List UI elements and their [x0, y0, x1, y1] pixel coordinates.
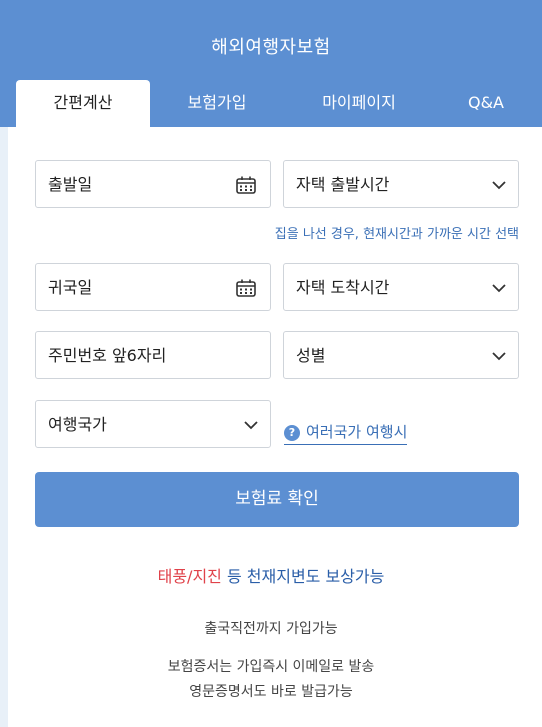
note-line-2: 보험증서는 가입즉시 이메일로 발송: [167, 659, 375, 675]
multi-country-label: 여러국가 여행시: [306, 423, 408, 441]
question-icon: ?: [284, 425, 300, 441]
departure-time-hint: 집을 나선 경우, 현재시간과 가까운 시간 선택: [274, 227, 519, 242]
arrival-time-label: 자택 도착시간: [296, 278, 390, 297]
note-line-3: 영문증명서도 바로 발급가능: [189, 684, 353, 700]
multi-country-link[interactable]: ? 여러국가 여행시: [284, 422, 408, 445]
resident-number-placeholder: 주민번호 앞6자리: [48, 346, 167, 365]
tab-quick-calc[interactable]: 간편계산: [16, 80, 150, 127]
tab-my-page[interactable]: 마이페이지: [284, 80, 434, 127]
tab-insurance-signup[interactable]: 보험가입: [150, 80, 284, 127]
promo-text: 태풍/지진 등 천재지변도 보상가능: [0, 563, 542, 587]
chevron-down-icon: [492, 284, 506, 293]
check-premium-button[interactable]: 보험료 확인: [35, 472, 519, 527]
return-date-field[interactable]: 귀국일: [35, 263, 271, 311]
departure-time-select[interactable]: 자택 출발시간: [283, 160, 519, 208]
arrival-time-select[interactable]: 자택 도착시간: [283, 263, 519, 311]
chevron-down-icon: [492, 181, 506, 190]
header-bar: 해외여행자보험 간편계산 보험가입 마이페이지 Q&A: [0, 0, 542, 127]
chevron-down-icon: [492, 352, 506, 361]
page-title: 해외여행자보험: [211, 37, 331, 58]
chevron-down-icon: [244, 421, 258, 430]
return-date-label: 귀국일: [48, 278, 93, 297]
departure-date-field[interactable]: 출발일: [35, 160, 271, 208]
resident-number-input[interactable]: 주민번호 앞6자리: [35, 331, 271, 379]
note-line-1: 출국직전까지 가입가능: [204, 621, 338, 637]
calendar-icon[interactable]: [236, 279, 256, 297]
gender-label: 성별: [296, 346, 326, 365]
calendar-icon[interactable]: [236, 176, 256, 194]
departure-date-label: 출발일: [48, 175, 93, 194]
promo-highlight: 태풍/지진: [157, 567, 222, 586]
promo-rest: 천재지변도 보상가능: [246, 567, 385, 586]
promo-conjunction: 등: [221, 567, 247, 586]
tab-qna[interactable]: Q&A: [434, 80, 538, 127]
departure-time-label: 자택 출발시간: [296, 175, 390, 194]
gender-select[interactable]: 성별: [283, 331, 519, 379]
country-select[interactable]: 여행국가: [35, 400, 271, 448]
country-label: 여행국가: [48, 415, 107, 434]
